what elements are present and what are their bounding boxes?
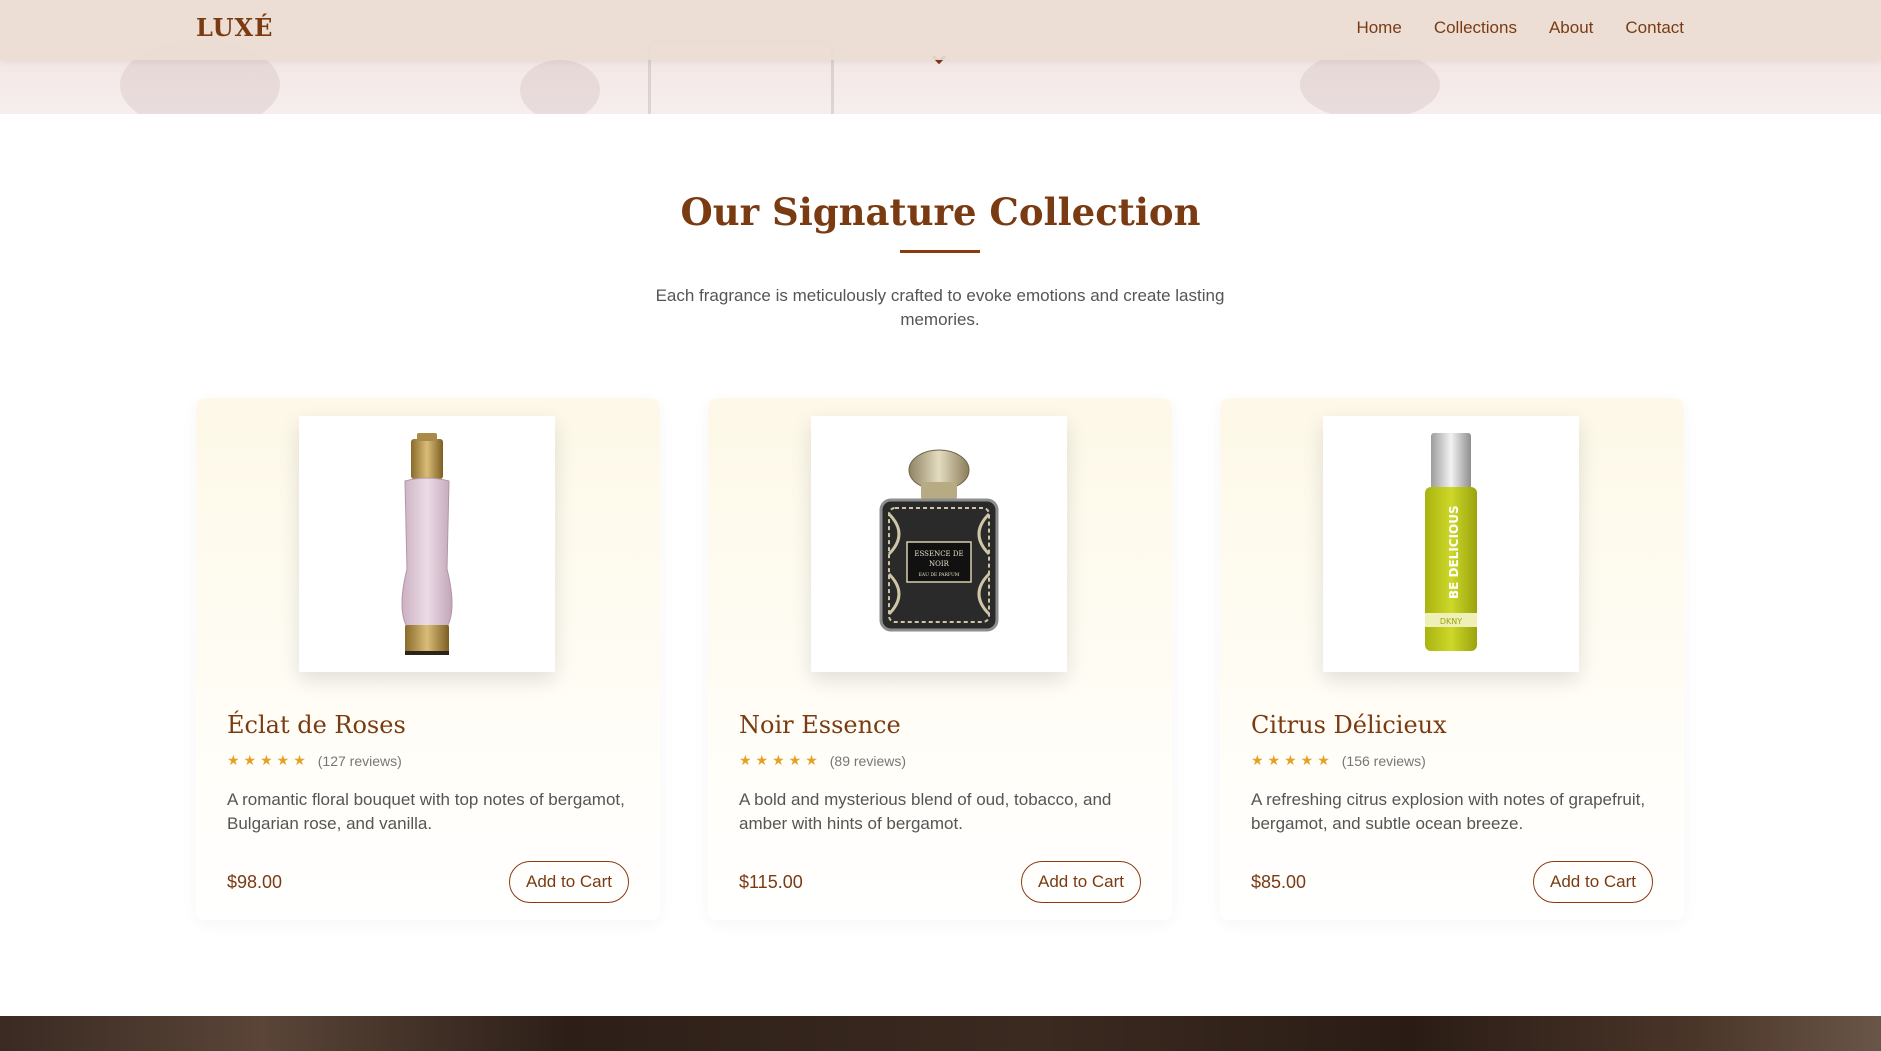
logo[interactable]: LUXÉ: [196, 13, 273, 42]
next-section-background: [0, 1016, 1881, 1051]
review-count[interactable]: (89 reviews): [830, 753, 906, 769]
product-name[interactable]: Noir Essence: [739, 711, 901, 739]
add-to-cart-button[interactable]: Add to Cart: [1533, 861, 1653, 903]
add-to-cart-button[interactable]: Add to Cart: [1021, 861, 1141, 903]
section-subtitle: Each fragrance is meticulously crafted t…: [655, 286, 1225, 329]
section-title: Our Signature Collection: [680, 190, 1201, 234]
product-card: ESSENCE DE NOIR EAU DE PARFUM Noir Essen…: [708, 398, 1172, 920]
hero-decor: [520, 60, 600, 114]
bottle-label: BE DELICIOUS: [1447, 505, 1461, 599]
star-rating-icon: ★★★★★: [227, 752, 310, 768]
product-name[interactable]: Citrus Délicieux: [1251, 711, 1447, 739]
perfume-bottle-pink-icon: [401, 433, 453, 655]
product-card: BE DELICIOUS DKNY Citrus Délicieux ★★★★★…: [1220, 398, 1684, 920]
product-card: Éclat de Roses ★★★★★ (127 reviews) A rom…: [196, 398, 660, 920]
nav-link-about[interactable]: About: [1549, 18, 1593, 38]
product-image[interactable]: [299, 416, 555, 672]
add-to-cart-button[interactable]: Add to Cart: [509, 861, 629, 903]
star-rating-icon: ★★★★★: [739, 752, 822, 768]
product-image[interactable]: BE DELICIOUS DKNY: [1323, 416, 1579, 672]
product-name[interactable]: Éclat de Roses: [227, 711, 406, 739]
bottle-label: DKNY: [1440, 617, 1462, 626]
product-image[interactable]: ESSENCE DE NOIR EAU DE PARFUM: [811, 416, 1067, 672]
product-rating: ★★★★★ (127 reviews): [227, 752, 402, 769]
nav-links: Home Collections About Contact: [1356, 18, 1684, 38]
product-description: A bold and mysterious blend of oud, toba…: [739, 790, 1112, 833]
bottle-label: EAU DE PARFUM: [919, 572, 960, 578]
product-price: $115.00: [739, 872, 803, 892]
nav-link-contact[interactable]: Contact: [1625, 18, 1684, 38]
bottle-label: ESSENCE DE: [914, 550, 963, 558]
product-price: $98.00: [227, 872, 283, 892]
nav-link-home[interactable]: Home: [1356, 18, 1401, 38]
perfume-bottle-citrus-icon: BE DELICIOUS DKNY: [1425, 433, 1477, 651]
bottle-label: NOIR: [929, 560, 950, 568]
product-rating: ★★★★★ (89 reviews): [739, 752, 906, 769]
title-underline: [900, 250, 980, 253]
product-description: A romantic floral bouquet with top notes…: [227, 790, 625, 833]
top-navbar: LUXÉ Home Collections About Contact: [0, 0, 1881, 60]
product-description: A refreshing citrus explosion with notes…: [1251, 790, 1646, 833]
nav-link-collections[interactable]: Collections: [1434, 18, 1517, 38]
review-count[interactable]: (127 reviews): [318, 753, 402, 769]
product-rating: ★★★★★ (156 reviews): [1251, 752, 1426, 769]
product-price: $85.00: [1251, 872, 1307, 892]
star-rating-icon: ★★★★★: [1251, 752, 1334, 768]
perfume-bottle-noir-icon: ESSENCE DE NOIR EAU DE PARFUM: [879, 449, 999, 632]
review-count[interactable]: (156 reviews): [1342, 753, 1426, 769]
